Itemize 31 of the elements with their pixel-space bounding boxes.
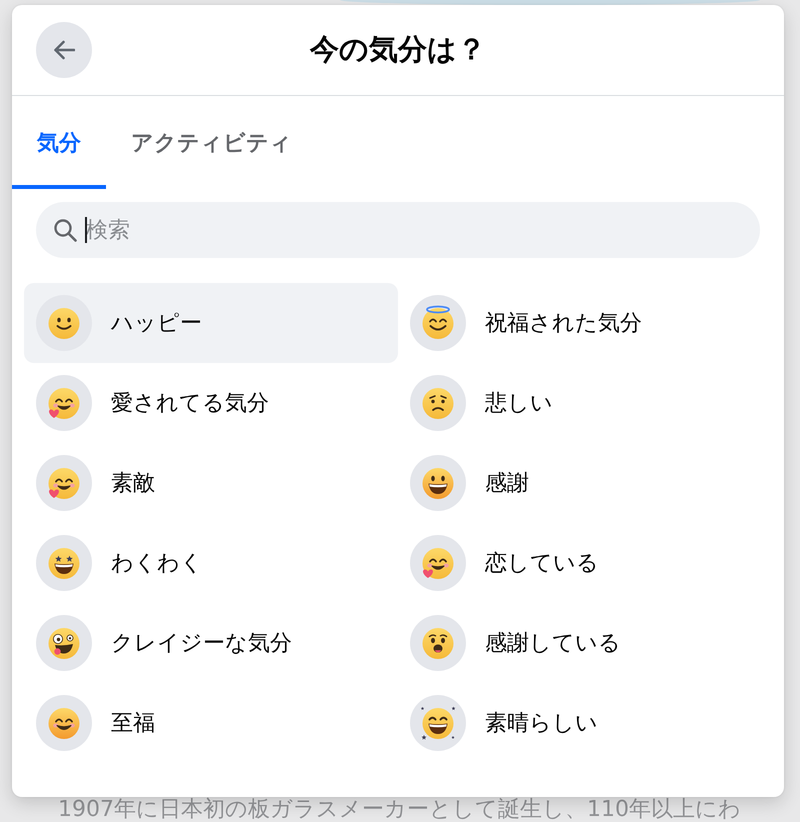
background-text: 1907年に日本初の板ガラスメーカーとして誕生し、110年以上にわ [58, 798, 741, 822]
mood-option[interactable]: 悲しい [398, 363, 772, 443]
dialog-title: 今の気分は？ [310, 31, 486, 68]
mood-option[interactable]: クレイジーな気分 [24, 603, 398, 683]
search-field[interactable]: 検索 [36, 202, 760, 258]
mood-option[interactable]: ハッピー [24, 283, 398, 363]
star-eyes-face-icon [36, 535, 92, 591]
heart-face-icon [410, 535, 466, 591]
mood-option[interactable]: 素晴らしい [398, 683, 772, 763]
open-mouth-face-icon [410, 615, 466, 671]
mood-option[interactable]: 素敵 [24, 443, 398, 523]
mood-option[interactable]: 感謝している [398, 603, 772, 683]
halo-face-icon [410, 295, 466, 351]
mood-option[interactable]: 恋している [398, 523, 772, 603]
blushing-face-icon [36, 695, 92, 751]
back-arrow-icon [53, 40, 75, 60]
worried-face-icon [410, 375, 466, 431]
laughing-stars-face-icon [410, 695, 466, 751]
heart-face-icon [36, 375, 92, 431]
mood-option[interactable]: 祝福された気分 [398, 283, 772, 363]
mood-option[interactable]: 愛されてる気分 [24, 363, 398, 443]
tab[interactable]: アクティビティ [106, 96, 317, 189]
grinning-face-icon [410, 455, 466, 511]
mood-option[interactable]: わくわく [24, 523, 398, 603]
search-icon [53, 218, 77, 242]
mood-option[interactable]: 感謝 [398, 443, 772, 523]
tongue-face-icon [36, 615, 92, 671]
tab[interactable]: 気分 [12, 96, 106, 189]
smiling-face-icon [36, 295, 92, 351]
heart-face-icon [36, 455, 92, 511]
mood-option[interactable]: 至福 [24, 683, 398, 763]
